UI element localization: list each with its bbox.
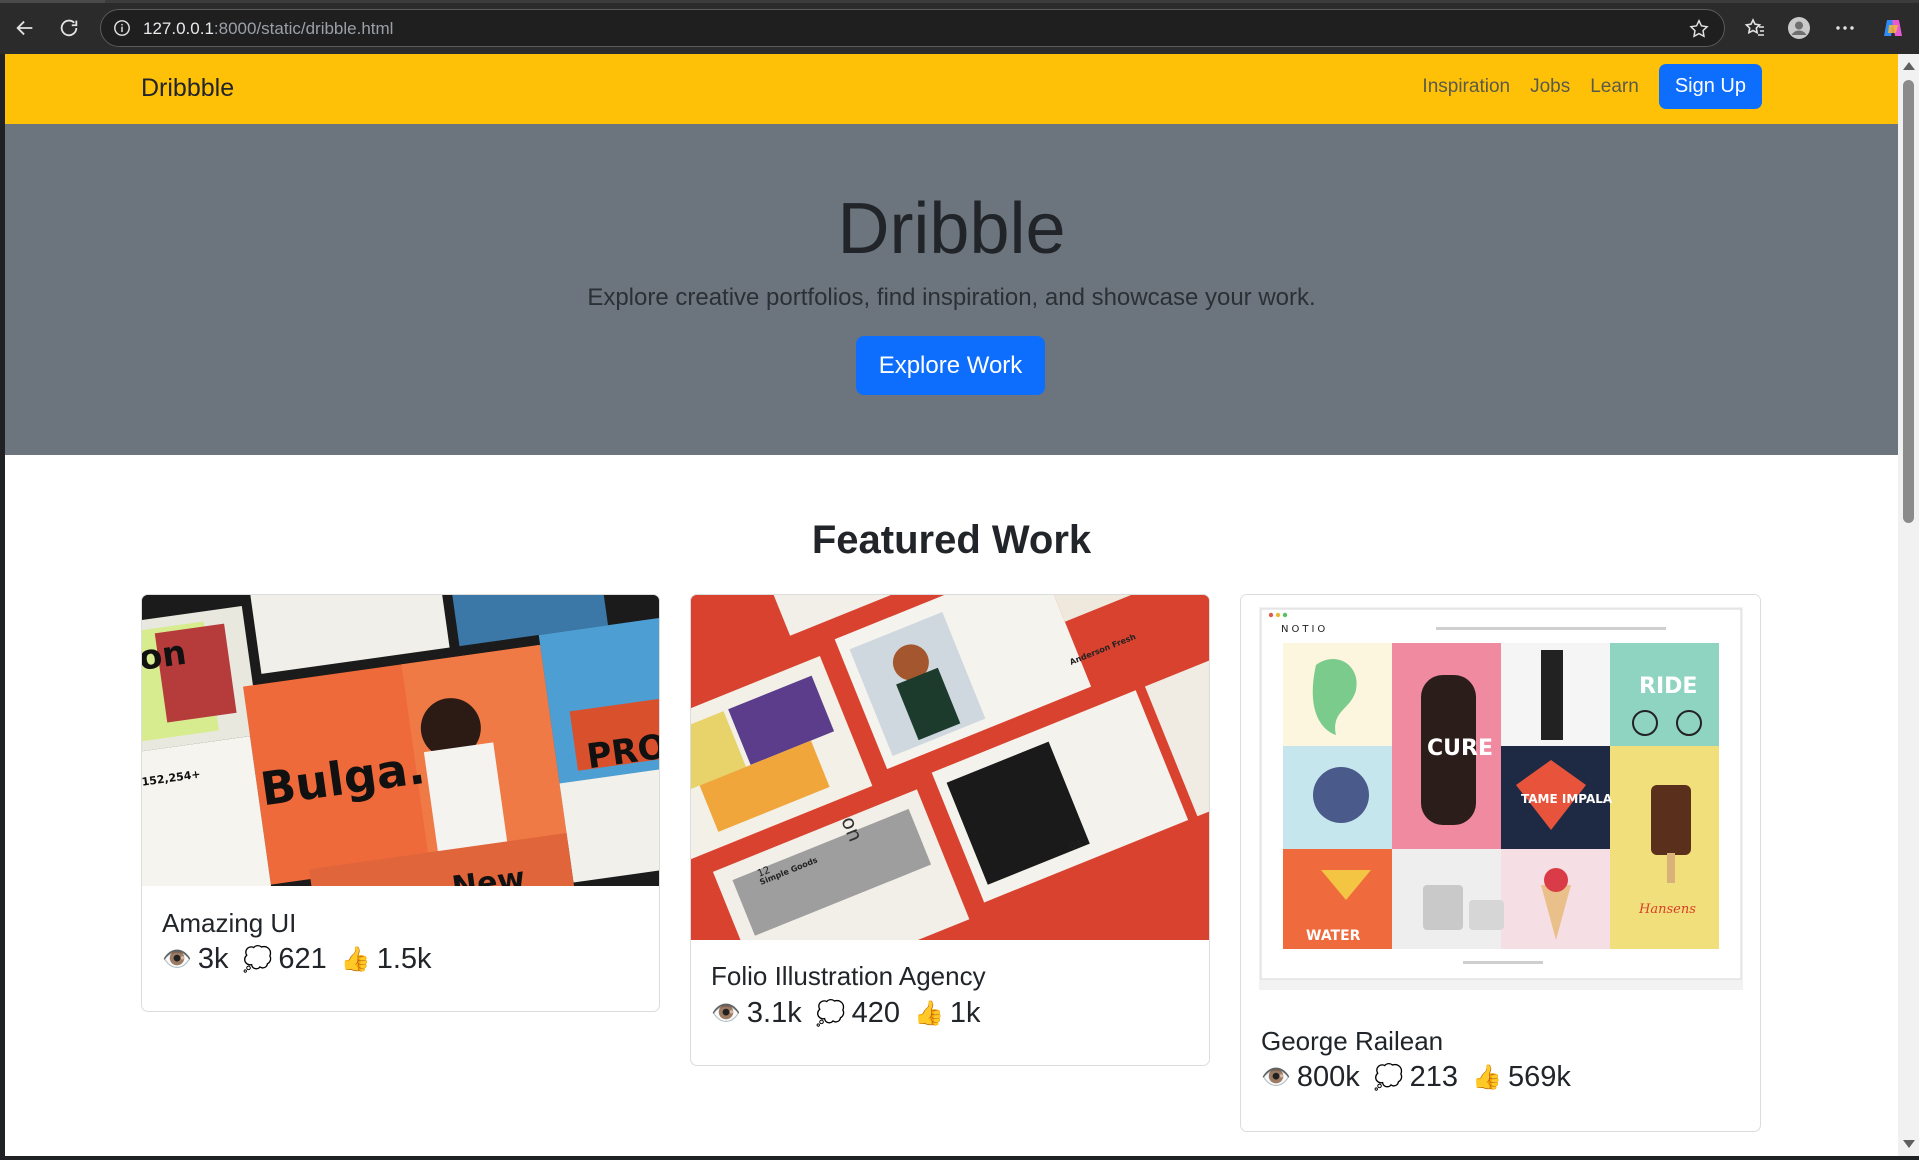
thumb-text: NOTIO xyxy=(1281,624,1328,635)
card-stats: 👁️ 800k 💭 213 👍 569k xyxy=(1261,1061,1585,1094)
tab-strip xyxy=(0,0,1919,3)
thumb-text: CURE xyxy=(1427,736,1493,761)
thumbnail-amazing-ui-image: Bulga. PRO New 152,254+ on xyxy=(142,595,659,886)
reload-icon[interactable] xyxy=(52,11,86,45)
work-card-amazing-ui[interactable]: Bulga. PRO New 152,254+ on Amazing UI 👁️… xyxy=(141,594,660,1012)
likes-stat: 👍 1k xyxy=(914,997,981,1029)
thumb-text: Hansens xyxy=(1638,902,1696,917)
views-stat: 👁️ 3k xyxy=(162,943,229,975)
thumb-text: RIDE xyxy=(1639,674,1697,699)
eye-icon: 👁️ xyxy=(162,946,192,973)
bookmark-star-icon[interactable] xyxy=(1688,18,1710,40)
card-stats: 👁️ 3k 💭 621 👍 1.5k xyxy=(162,943,446,976)
card-title[interactable]: Folio Illustration Agency xyxy=(711,961,986,992)
likes-stat: 👍 1.5k xyxy=(340,943,432,975)
views-stat: 👁️ 800k xyxy=(1261,1061,1360,1093)
profile-avatar-icon[interactable] xyxy=(1784,13,1814,43)
scrollbar-thumb[interactable] xyxy=(1903,80,1914,523)
thumbs-up-icon: 👍 xyxy=(340,946,371,973)
views-stat: 👁️ 3.1k xyxy=(711,997,802,1029)
hero-subtitle: Explore creative portfolios, find inspir… xyxy=(587,284,1316,311)
thumb-text: TAME IMPALA xyxy=(1521,792,1613,806)
eye-icon: 👁️ xyxy=(1261,1064,1291,1091)
likes-stat: 👍 569k xyxy=(1472,1061,1571,1093)
card-thumbnail[interactable]: Bulga. PRO New 152,254+ on xyxy=(142,595,659,886)
active-tab-indicator xyxy=(0,0,105,3)
site-info-icon[interactable] xyxy=(113,19,131,37)
browser-toolbar: 127.0.0.1:8000/static/dribble.html xyxy=(0,0,1919,54)
nav-link-learn[interactable]: Learn xyxy=(1590,76,1639,98)
copilot-icon[interactable] xyxy=(1878,13,1908,43)
card-thumbnail[interactable]: Anderson Fresh Simple Goods 12 04 on xyxy=(691,595,1209,940)
address-bar[interactable]: 127.0.0.1:8000/static/dribble.html xyxy=(100,9,1725,47)
speech-bubble-icon: 💭 xyxy=(242,946,273,973)
thumb-text: on xyxy=(142,633,189,679)
thumbs-up-icon: 👍 xyxy=(1472,1064,1502,1091)
sign-up-button[interactable]: Sign Up xyxy=(1658,64,1762,109)
page-scrollbar[interactable] xyxy=(1898,54,1919,1156)
nav-link-inspiration[interactable]: Inspiration xyxy=(1422,76,1510,98)
card-title[interactable]: George Railean xyxy=(1261,1026,1443,1057)
speech-bubble-icon: 💭 xyxy=(815,1000,846,1027)
nav-links: Inspiration Jobs Learn Sign Up xyxy=(1422,64,1762,109)
thumbs-up-icon: 👍 xyxy=(914,1000,944,1027)
card-stats: 👁️ 3.1k 💭 420 👍 1k xyxy=(711,997,995,1030)
comments-stat: 💭 213 xyxy=(1373,1061,1459,1093)
thumb-text: WATER xyxy=(1306,928,1361,944)
page-viewport: Dribbble Inspiration Jobs Learn Sign Up … xyxy=(5,54,1898,1156)
site-navbar: Dribbble Inspiration Jobs Learn Sign Up xyxy=(5,54,1898,124)
brand-logo[interactable]: Dribbble xyxy=(141,74,234,103)
card-title[interactable]: Amazing UI xyxy=(162,908,296,939)
work-card-george-railean[interactable]: NOTIO RIDE TAME IMPALA CURE WATER Hansen… xyxy=(1240,594,1761,1132)
nav-link-jobs[interactable]: Jobs xyxy=(1530,76,1570,98)
scroll-down-arrow-icon[interactable] xyxy=(1903,1140,1915,1148)
card-thumbnail[interactable]: NOTIO RIDE TAME IMPALA CURE WATER Hansen… xyxy=(1241,595,1760,1005)
comments-stat: 💭 420 xyxy=(815,997,900,1029)
hero-title: Dribble xyxy=(837,189,1066,269)
featured-work-heading: Featured Work xyxy=(811,518,1092,562)
scroll-up-arrow-icon[interactable] xyxy=(1903,62,1915,70)
favorites-icon[interactable] xyxy=(1740,13,1770,43)
more-menu-icon[interactable] xyxy=(1830,13,1860,43)
speech-bubble-icon: 💭 xyxy=(1373,1064,1404,1091)
explore-work-button[interactable]: Explore Work xyxy=(856,336,1045,395)
back-arrow-icon[interactable] xyxy=(8,11,42,45)
url-text: 127.0.0.1:8000/static/dribble.html xyxy=(143,19,394,38)
thumbnail-notio-image: NOTIO RIDE TAME IMPALA CURE WATER Hansen… xyxy=(1241,595,1760,1005)
comments-stat: 💭 621 xyxy=(242,943,327,975)
work-card-folio-illustration-agency[interactable]: Anderson Fresh Simple Goods 12 04 on Fol… xyxy=(690,594,1210,1066)
thumbnail-folio-image: Anderson Fresh Simple Goods 12 04 on xyxy=(691,595,1209,940)
hero-section: Dribble Explore creative portfolios, fin… xyxy=(5,124,1898,455)
eye-icon: 👁️ xyxy=(711,1000,741,1027)
